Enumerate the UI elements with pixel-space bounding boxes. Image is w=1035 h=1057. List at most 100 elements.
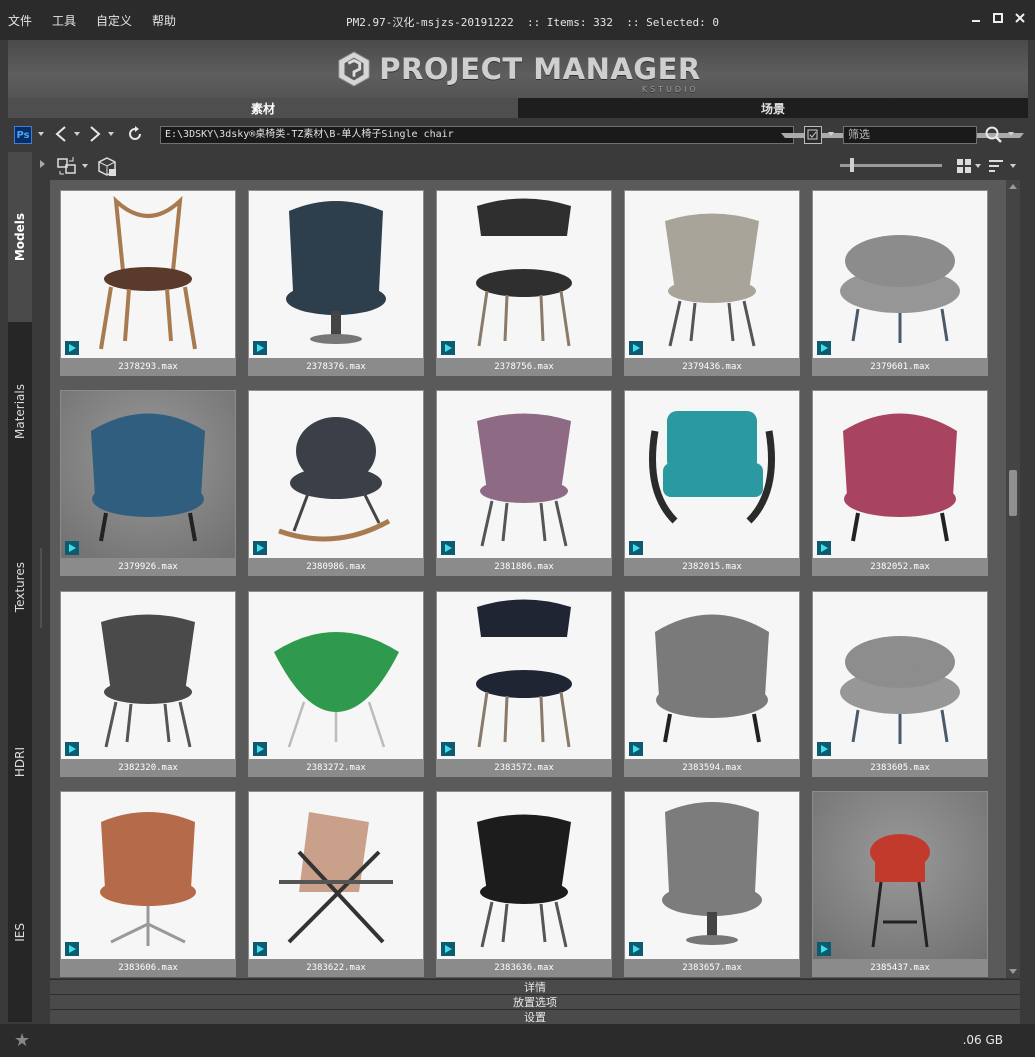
model-tile[interactable]: 2379926.max [60,390,236,576]
search-input[interactable]: 筛选 [843,126,977,144]
scroll-up-icon[interactable] [1009,184,1017,189]
details-panel[interactable]: 详情 [50,979,1020,994]
filter-dropdown-icon[interactable] [828,132,834,136]
tab-scenes[interactable]: 场景 [518,98,1028,118]
model-tile[interactable]: 2383622.max [248,791,424,977]
menu-file[interactable]: 文件 [8,12,32,29]
minimize-icon[interactable] [969,10,983,26]
box-icon[interactable] [96,156,118,181]
model-thumbnail[interactable] [249,191,423,358]
model-tile[interactable]: 2378376.max [248,190,424,376]
view-dropdown-icon[interactable] [975,164,981,168]
grid-scrollbar[interactable] [1006,180,1020,978]
model-thumbnail[interactable] [625,592,799,759]
path-input[interactable]: E:\3DSKY\3dsky®桌椅类-TZ素材\B-单人椅子Single cha… [160,126,794,144]
menu-customize[interactable]: 自定义 [96,12,132,29]
model-thumbnail[interactable] [61,391,235,558]
model-thumbnail[interactable] [61,191,235,358]
menu-tools[interactable]: 工具 [52,12,76,29]
model-tile[interactable]: 2382320.max [60,591,236,777]
model-tile[interactable]: 2383594.max [624,591,800,777]
max-file-icon [253,541,267,555]
model-thumbnail[interactable] [437,792,611,959]
model-thumbnail[interactable] [61,592,235,759]
model-tile[interactable]: 2380986.max [248,390,424,576]
model-tile[interactable]: 2383605.max [812,591,988,777]
max-file-icon [65,541,79,555]
model-thumbnail[interactable] [437,592,611,759]
menu-help[interactable]: 帮助 [152,12,176,29]
close-icon[interactable] [1013,10,1027,26]
view-toolbar [40,152,1023,181]
model-tile[interactable]: 2383572.max [436,591,612,777]
side-tab-textures[interactable]: Textures [8,502,32,672]
tab-assets[interactable]: 素材 [8,98,518,118]
logo: PROJECT MANAGER KSTUDIO [335,50,700,93]
scroll-thumb[interactable] [1009,470,1017,516]
app-banner: PROJECT MANAGER KSTUDIO [8,40,1028,98]
back-icon[interactable] [54,124,68,147]
model-thumbnail[interactable] [813,391,987,558]
sort-dropdown-icon[interactable] [1010,164,1016,168]
model-thumbnail[interactable] [249,792,423,959]
filter-icon[interactable] [804,126,822,144]
model-thumbnail[interactable] [437,391,611,558]
side-tab-label: IES [13,922,27,942]
slider-handle[interactable] [850,158,854,172]
model-thumbnail[interactable] [813,792,987,959]
model-tile[interactable]: 2378293.max [60,190,236,376]
model-filename: 2385437.max [870,963,930,973]
model-thumbnail[interactable] [813,191,987,358]
model-thumbnail[interactable] [249,391,423,558]
photoshop-icon[interactable]: Ps [14,126,32,144]
ps-dropdown-icon[interactable] [38,132,44,136]
model-tile[interactable]: 2383272.max [248,591,424,777]
collapse-arrow-icon[interactable] [40,158,46,172]
placement-options-panel[interactable]: 放置选项 [50,994,1020,1009]
sync-dropdown-icon[interactable] [82,164,88,168]
back-history-icon[interactable] [74,132,80,136]
search-icon[interactable] [984,125,1004,145]
model-filename: 2379436.max [682,362,742,372]
model-thumbnail[interactable] [437,191,611,358]
model-tile[interactable]: 2381886.max [436,390,612,576]
model-thumbnail[interactable] [813,592,987,759]
settings-panel[interactable]: 设置 [50,1009,1020,1024]
status-bar: ★ .06 GB [0,1024,1035,1057]
model-tile[interactable]: 2383606.max [60,791,236,977]
model-filename: 2383636.max [494,963,554,973]
model-tile[interactable]: 2385437.max [812,791,988,977]
sort-icon[interactable] [988,158,1006,177]
maximize-icon[interactable] [991,10,1005,26]
model-tile[interactable]: 2379601.max [812,190,988,376]
model-thumbnail[interactable] [61,792,235,959]
forward-icon[interactable] [88,124,102,147]
max-file-icon [65,341,79,355]
side-tab-ies[interactable]: IES [8,852,32,1012]
thumbnail-size-slider[interactable] [840,164,942,167]
main-tabs: 素材 场景 [8,98,1028,118]
model-thumbnail[interactable] [625,191,799,358]
model-tile[interactable]: 2379436.max [624,190,800,376]
model-tile[interactable]: 2383636.max [436,791,612,977]
model-tile[interactable]: 2383657.max [624,791,800,977]
model-tile[interactable]: 2382052.max [812,390,988,576]
model-tile[interactable]: 2378756.max [436,190,612,376]
side-tab-materials[interactable]: Materials [8,332,32,492]
side-tab-hdri[interactable]: HDRI [8,682,32,842]
favorite-star-icon[interactable]: ★ [14,1030,30,1051]
model-thumbnail[interactable] [249,592,423,759]
model-thumbnail[interactable] [625,792,799,959]
grid-view-icon[interactable] [956,158,972,177]
panel-splitter[interactable] [40,548,42,628]
refresh-icon[interactable] [126,125,144,146]
max-file-icon [817,942,831,956]
model-thumbnail[interactable] [625,391,799,558]
forward-history-icon[interactable] [108,132,114,136]
search-dropdown-icon[interactable] [1008,132,1014,136]
sync-icon[interactable] [56,155,78,180]
side-tab-models[interactable]: Models [8,152,32,322]
model-filename: 2379601.max [870,362,930,372]
model-tile[interactable]: 2382015.max [624,390,800,576]
scroll-down-icon[interactable] [1009,969,1017,974]
